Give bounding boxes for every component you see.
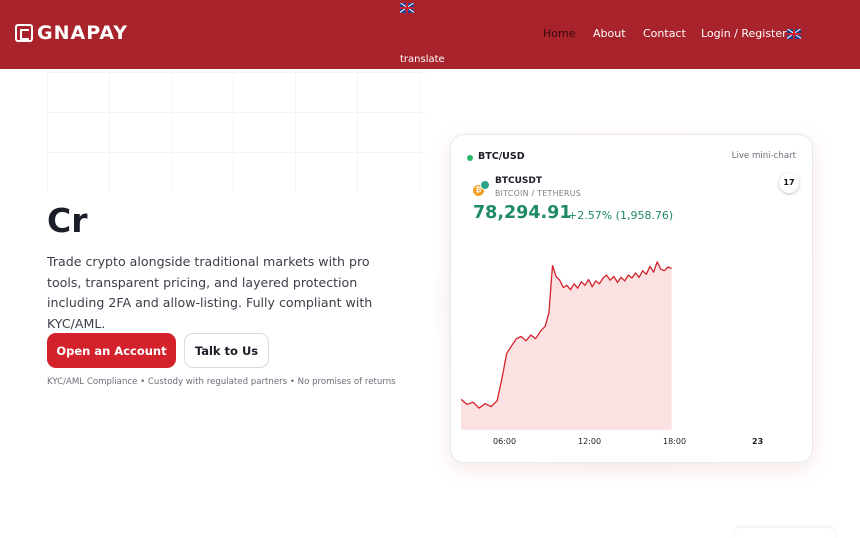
top-navigation-bar: GNAPAY translate Home About Contact Logi… bbox=[0, 0, 860, 69]
x-tick-1200: 12:00 bbox=[578, 437, 602, 446]
hero-grid-background bbox=[47, 72, 427, 192]
hero-title: Cr bbox=[47, 201, 88, 240]
tether-icon bbox=[480, 180, 490, 190]
price-area-chart[interactable] bbox=[461, 230, 804, 435]
language-flag-icon[interactable] bbox=[787, 29, 801, 39]
live-mini-chart-label: Live mini-chart bbox=[731, 151, 796, 161]
talk-to-us-button[interactable]: Talk to Us bbox=[184, 333, 269, 368]
compliance-note: KYC/AML Compliance • Custody with regula… bbox=[47, 377, 396, 387]
x-tick-23: 23 bbox=[752, 437, 764, 446]
hero-description: Trade crypto alongside traditional marke… bbox=[47, 254, 373, 331]
price-change: +2.57% (1,958.76) bbox=[568, 209, 674, 222]
symbol-name[interactable]: BTCUSDT bbox=[495, 176, 542, 186]
gnapay-logo-icon bbox=[15, 24, 33, 42]
x-tick-0600: 06:00 bbox=[493, 437, 517, 446]
nav-contact[interactable]: Contact bbox=[643, 27, 686, 40]
x-tick-1800: 18:00 bbox=[663, 437, 687, 446]
bitcoin-tether-icon: ₿ bbox=[473, 180, 491, 198]
brand-logo[interactable]: GNAPAY bbox=[15, 22, 128, 44]
nav-about[interactable]: About bbox=[593, 27, 626, 40]
symbol-description: BITCOIN / TETHERUS bbox=[495, 189, 581, 198]
open-account-button[interactable]: Open an Account bbox=[47, 333, 176, 368]
floating-widget-edge bbox=[735, 528, 835, 538]
live-status-dot bbox=[467, 155, 473, 161]
uk-flag-icon[interactable] bbox=[400, 3, 414, 13]
last-price: 78,294.91 bbox=[473, 203, 572, 223]
btc-chart-card: BTC/USD Live mini-chart ₿ BTCUSDT BITCOI… bbox=[450, 134, 813, 463]
translate-link[interactable]: translate bbox=[400, 54, 445, 65]
tradingview-logo-icon[interactable]: 17 bbox=[779, 173, 799, 193]
brand-name: GNAPAY bbox=[37, 22, 129, 44]
pair-label: BTC/USD bbox=[478, 151, 525, 162]
nav-home[interactable]: Home bbox=[543, 27, 575, 40]
nav-login-register[interactable]: Login / Register bbox=[701, 27, 787, 40]
